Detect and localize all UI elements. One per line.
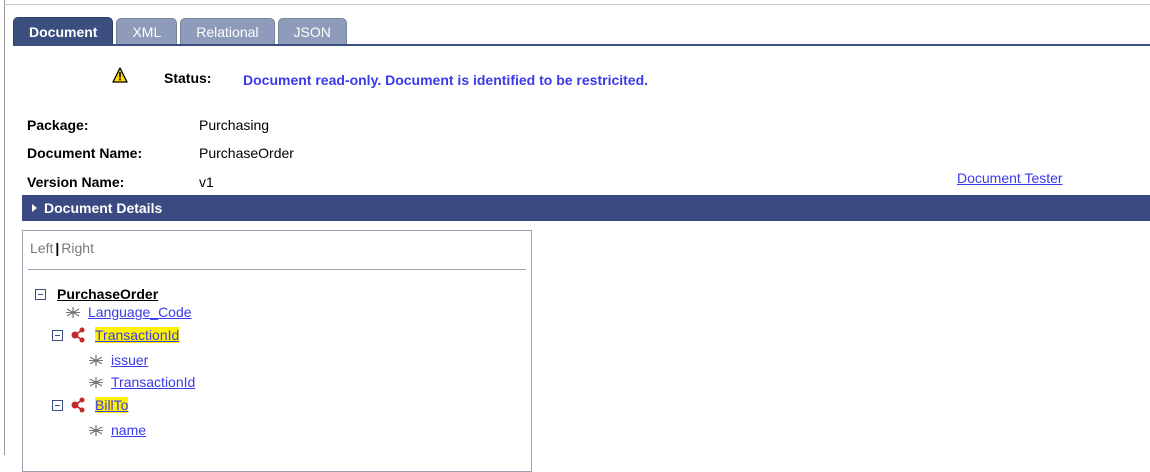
tab-xml[interactable]: XML [116, 18, 178, 45]
tree-node: Language_Code [66, 304, 192, 320]
tab-underline [13, 44, 1150, 46]
panel-divider [28, 269, 526, 270]
tree-node: TransactionId [89, 374, 195, 390]
document-name-label: Document Name: [27, 145, 143, 161]
align-left-link[interactable]: Left [30, 240, 53, 256]
version-name-value: v1 [199, 174, 214, 190]
compound-node-icon [71, 327, 85, 343]
tree-node: name [89, 422, 146, 438]
warning-icon [112, 67, 128, 83]
element-icon [66, 306, 80, 318]
document-tester-link[interactable]: Document Tester [957, 170, 1063, 186]
collapse-icon[interactable] [52, 329, 63, 341]
status-message: Document read-only. Document is identifi… [243, 72, 649, 88]
tree-node-label[interactable]: BillTo [95, 397, 129, 413]
tree-node-label[interactable]: TransactionId [111, 374, 195, 390]
compound-node-icon [71, 397, 85, 413]
tree-node-label[interactable]: TransactionId [95, 327, 180, 343]
tree-root-node: PurchaseOrder [35, 286, 158, 302]
element-icon [89, 376, 103, 388]
tab-json[interactable]: JSON [277, 18, 347, 45]
collapse-icon[interactable] [52, 399, 63, 411]
package-label: Package: [27, 117, 89, 133]
page-top-border [4, 4, 1150, 5]
tree-node-label[interactable]: name [111, 422, 146, 438]
align-right-link[interactable]: Right [61, 240, 94, 256]
tree-node: issuer [89, 352, 148, 368]
tree-node: BillTo [52, 397, 129, 413]
expand-triangle-icon [32, 204, 37, 212]
collapse-icon[interactable] [35, 288, 46, 300]
tab-bar: Document XML Relational JSON [13, 17, 350, 45]
document-name-value: PurchaseOrder [199, 145, 294, 161]
tree-node-label[interactable]: Language_Code [88, 304, 192, 320]
document-tree-panel: Left | Right PurchaseOrder Language_Code T… [22, 230, 532, 472]
tree-node-label[interactable]: issuer [111, 352, 148, 368]
tree-node: TransactionId [52, 327, 180, 343]
document-details-toggle[interactable]: Document Details [22, 195, 1150, 221]
tree-root-label[interactable]: PurchaseOrder [57, 286, 158, 302]
page-left-border [4, 0, 5, 455]
tab-relational[interactable]: Relational [180, 18, 275, 45]
status-label: Status: [164, 70, 212, 86]
package-value: Purchasing [199, 117, 270, 133]
element-icon [89, 424, 103, 436]
tab-document[interactable]: Document [13, 17, 114, 45]
alignment-separator: | [55, 240, 60, 256]
element-icon [89, 354, 103, 366]
version-name-label: Version Name: [27, 174, 125, 190]
document-details-label: Document Details [44, 200, 163, 216]
panel-alignment-links: Left | Right [30, 240, 94, 256]
